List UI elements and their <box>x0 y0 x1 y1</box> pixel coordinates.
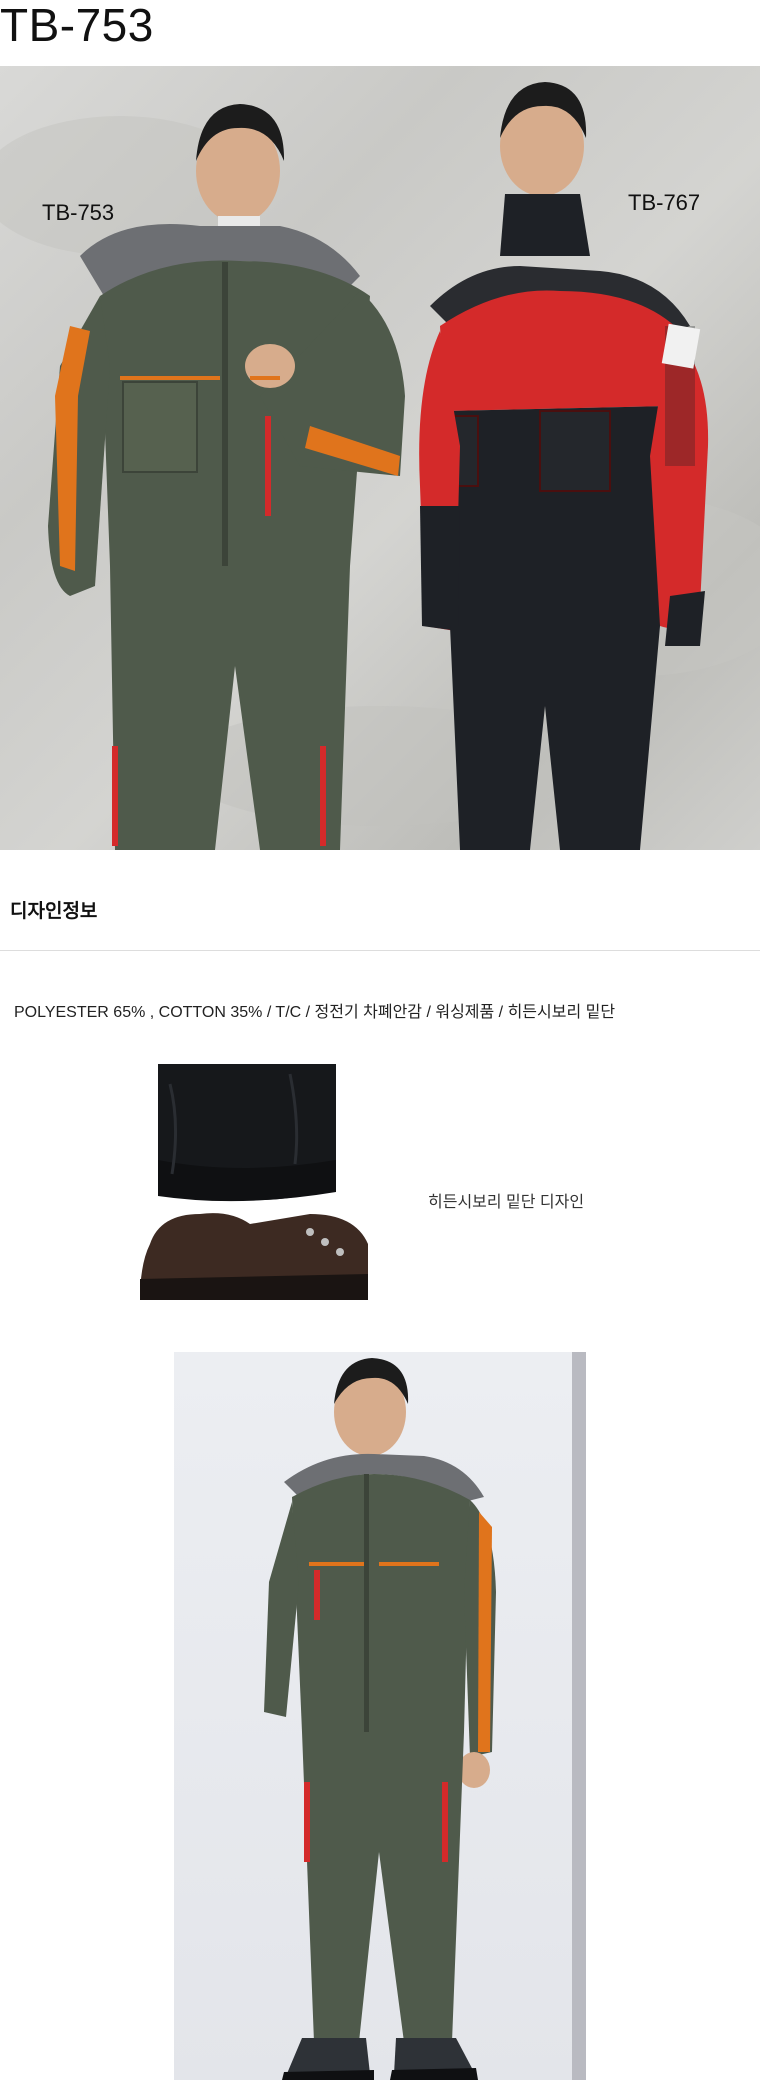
full-length-photo <box>174 1352 586 2080</box>
hem-detail-photo <box>140 1064 368 1300</box>
hem-detail-illustration <box>140 1064 368 1300</box>
page-title: TB-753 <box>0 0 154 51</box>
hem-detail-caption: 히든시보리 밑단 디자인 <box>428 1194 585 1211</box>
hero-photo: TB-753 TB-767 <box>0 66 760 850</box>
spec-line: POLYESTER 65% , COTTON 35% / T/C / 정전기 차… <box>14 1004 616 1021</box>
design-info-heading: 디자인정보 <box>10 901 98 922</box>
divider <box>0 950 760 951</box>
full-length-illustration <box>264 1358 496 2080</box>
left-model-label: TB-753 <box>42 200 115 225</box>
photo-side-strip <box>572 1352 586 2080</box>
hero-illustration <box>0 82 760 850</box>
right-model-label: TB-767 <box>628 190 701 215</box>
